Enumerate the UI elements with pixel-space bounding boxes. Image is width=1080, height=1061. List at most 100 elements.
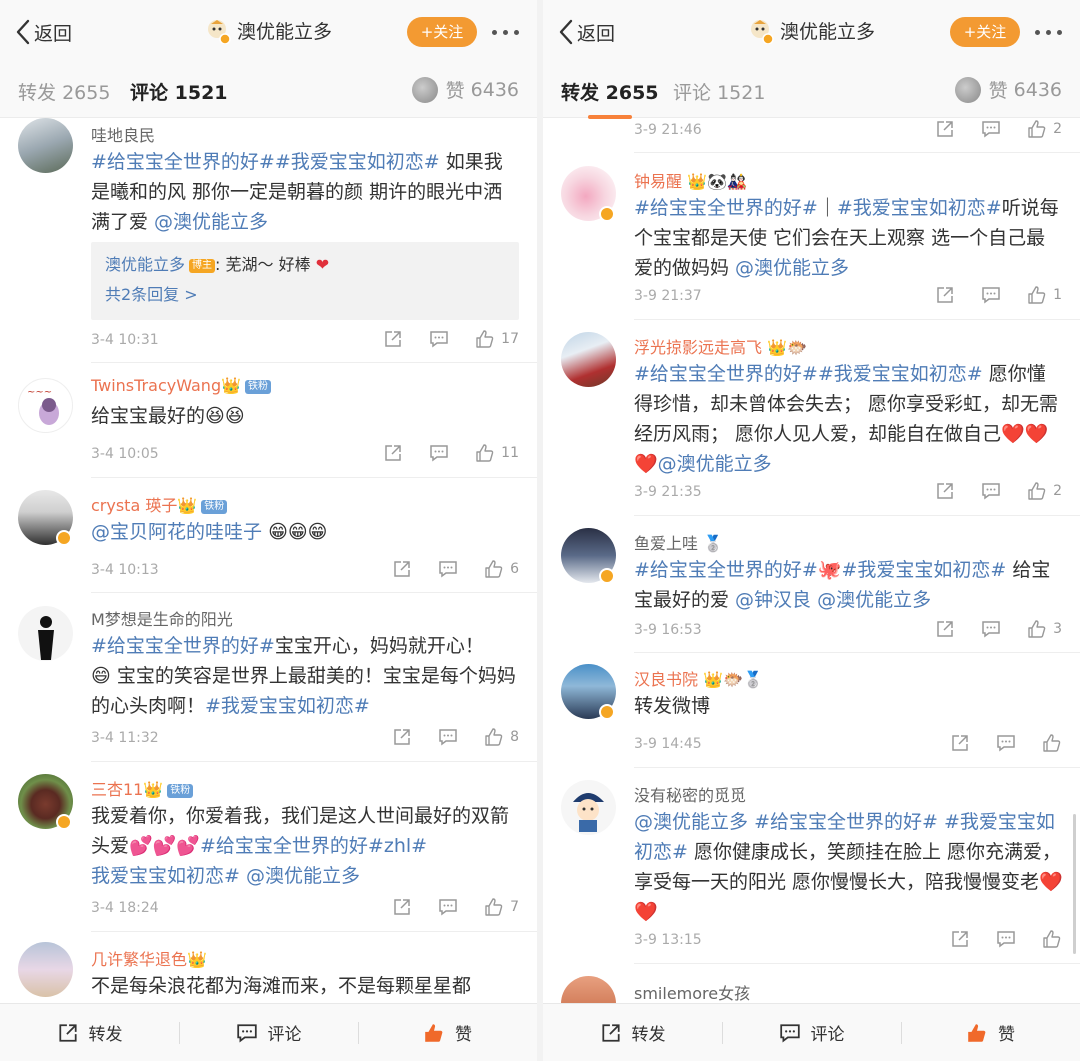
avatar[interactable] [18, 942, 73, 997]
svg-text:~~~: ~~~ [27, 387, 52, 398]
share-icon[interactable] [392, 559, 412, 579]
tab-comments[interactable]: 评论 1521 [673, 78, 765, 105]
reply-preview[interactable]: 澳优能立多 博主: 芜湖～ 好棒 ❤ 共2条回复 > [91, 242, 519, 320]
thumb-up-icon [1043, 734, 1061, 752]
like-button[interactable]: 2 [1027, 481, 1062, 501]
like-button[interactable]: 8 [484, 727, 519, 747]
tab-repost[interactable]: 转发 2655 [18, 78, 110, 105]
commenter-name[interactable]: 鱼爱上哇 🥈 [634, 530, 723, 554]
bottom-action-bar: 转发 评论 赞 [0, 1003, 537, 1061]
commenter-name[interactable]: TwinsTracyWang👑 铁粉 [91, 376, 272, 395]
comment-time: 3-4 11:32 [91, 730, 159, 746]
divider [91, 931, 537, 932]
commenter-name[interactable]: 钟易醒 👑🐼🎎 [634, 168, 747, 192]
share-icon[interactable] [383, 329, 403, 349]
comment-time: 3-4 10:31 [91, 332, 159, 348]
reply-author[interactable]: 澳优能立多 [105, 255, 185, 274]
like-button[interactable] [1042, 929, 1062, 949]
share-icon[interactable] [935, 119, 955, 139]
follow-button[interactable]: +关注 [950, 17, 1020, 47]
comment-actions: 2 [909, 481, 1062, 501]
like-button[interactable]: 赞 [358, 1004, 537, 1061]
share-icon[interactable] [935, 481, 955, 501]
like-button[interactable]: 3 [1027, 619, 1062, 639]
commenter-name[interactable]: 哇地良民 [91, 122, 155, 146]
commenter-name[interactable]: 没有秘密的觅觅 [634, 782, 746, 806]
comment-text: 给宝宝最好的😆😆 [91, 405, 245, 427]
view-replies-link[interactable]: 共2条回复 > [105, 280, 505, 310]
comment-time: 3-4 10:05 [91, 446, 159, 462]
like-button[interactable] [1042, 733, 1062, 753]
commenter-name[interactable]: 几许繁华退色👑 [91, 946, 207, 970]
verified-badge-icon [599, 704, 615, 720]
tab-bar: 转发 2655 评论 1521 赞 6436 [0, 62, 537, 118]
like-button[interactable]: 6 [484, 559, 519, 579]
share-icon[interactable] [950, 929, 970, 949]
share-icon[interactable] [383, 443, 403, 463]
reply-icon[interactable] [981, 481, 1001, 501]
commenter-name[interactable]: smilemore女孩 [634, 980, 750, 1004]
reply-icon[interactable] [438, 559, 458, 579]
repost-button[interactable]: 转发 [543, 1004, 722, 1061]
reply-icon[interactable] [438, 897, 458, 917]
tab-likes[interactable]: 赞 6436 [411, 76, 519, 103]
comment-button[interactable]: 评论 [179, 1004, 358, 1061]
commenter-name[interactable]: 汉良书院 👑🐡🥈 [634, 666, 763, 690]
comment-text: @澳优能立多 #给宝宝全世界的好# #我爱宝宝如初恋# 愿你健康成长，笑颜挂在脸… [634, 811, 1063, 923]
verified-badge-icon [599, 568, 615, 584]
heart-icon: ❤ [315, 255, 330, 274]
comment-actions [924, 733, 1062, 753]
tab-likes[interactable]: 赞 6436 [954, 76, 1062, 103]
like-count: 1 [1053, 287, 1062, 303]
comment-button[interactable]: 评论 [722, 1004, 901, 1061]
reply-icon[interactable] [981, 619, 1001, 639]
crown-icon: 👑 [177, 496, 198, 515]
commenter-name[interactable]: crysta 瑛子👑 铁粉 [91, 492, 228, 516]
reply-icon[interactable] [981, 285, 1001, 305]
like-button[interactable]: 11 [475, 443, 519, 463]
like-button[interactable]: 赞 [901, 1004, 1080, 1061]
share-icon [58, 1023, 77, 1042]
share-icon[interactable] [935, 619, 955, 639]
commenter-name[interactable]: M梦想是生命的阳光 [91, 606, 233, 630]
avatar[interactable] [561, 332, 616, 387]
share-icon[interactable] [392, 727, 412, 747]
reply-icon[interactable] [996, 929, 1016, 949]
thumb-up-icon [425, 1023, 443, 1042]
like-button[interactable]: 1 [1027, 285, 1062, 305]
share-icon[interactable] [950, 733, 970, 753]
avatar[interactable] [18, 118, 73, 173]
tab-bar: 转发 2655 评论 1521 赞 6436 [543, 62, 1080, 119]
follow-button[interactable]: +关注 [407, 17, 477, 47]
share-icon[interactable] [935, 285, 955, 305]
reply-icon[interactable] [981, 119, 1001, 139]
like-button[interactable]: 7 [484, 897, 519, 917]
comment-text: @宝贝阿花的哇哇子 😁😁😁 [91, 521, 328, 543]
right-screenshot-panel: 返回 澳优能立多 +关注 转发 2655 评论 1521 赞 6436 3-9 … [543, 0, 1080, 1061]
reply-icon[interactable] [996, 733, 1016, 753]
smile-emoji-icon: 😄 [91, 665, 111, 687]
divider [91, 761, 537, 762]
more-options-icon[interactable] [1035, 30, 1062, 35]
more-options-icon[interactable] [492, 30, 519, 35]
commenter-name[interactable]: 三杏11👑 铁粉 [91, 776, 194, 800]
reply-icon[interactable] [429, 329, 449, 349]
like-button[interactable]: 2 [1027, 119, 1062, 139]
reply-icon[interactable] [438, 727, 458, 747]
comment-text: #给宝宝全世界的好#宝宝开心，妈妈就开心！ 😄 宝宝的笑容是世界上最甜美的！宝宝是… [91, 635, 516, 717]
avatar[interactable]: ~~~ [18, 378, 73, 433]
tab-repost[interactable]: 转发 2655 [561, 78, 659, 119]
like-button[interactable]: 17 [475, 329, 519, 349]
repost-button[interactable]: 转发 [0, 1004, 179, 1061]
share-icon [601, 1023, 620, 1042]
avatar[interactable] [18, 606, 73, 661]
tab-comments[interactable]: 评论 1521 [130, 78, 228, 105]
share-icon[interactable] [392, 897, 412, 917]
reply-icon[interactable] [429, 443, 449, 463]
scrollbar[interactable] [1073, 814, 1076, 954]
avatar[interactable] [561, 780, 616, 835]
comment-text: 转发微博 [634, 695, 711, 717]
commenter-name[interactable]: 浮光掠影远走高飞 👑🐡 [634, 334, 807, 358]
divider [634, 963, 1080, 964]
account-name: 澳优能立多 [236, 21, 332, 43]
